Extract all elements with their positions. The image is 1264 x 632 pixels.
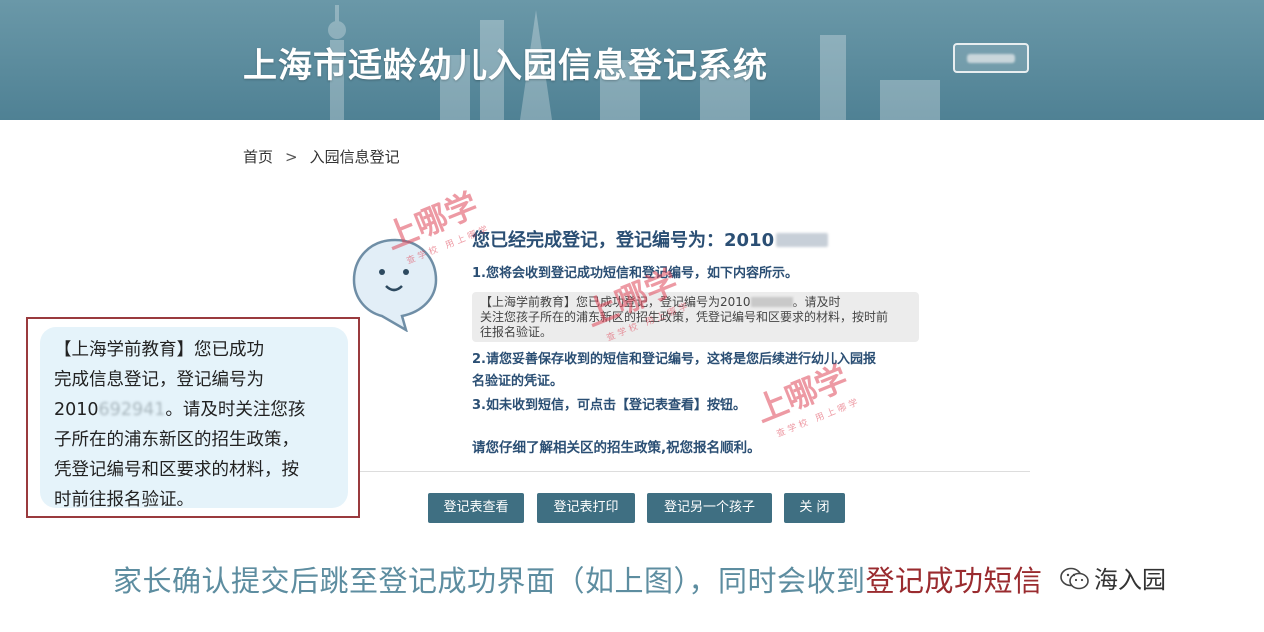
sms-line-6: 时前往报名验证。	[54, 490, 194, 510]
sms-line-5: 凭登记编号和区要求的材料，按	[54, 460, 299, 480]
user-account-button[interactable]	[953, 43, 1029, 73]
blurred-registration-number	[776, 233, 829, 247]
sms-message-card: 【上海学前教育】您已成功 完成信息登记，登记编号为 2010692941。请及时…	[26, 317, 360, 518]
step-2-line-2: 名验证的凭证。	[472, 374, 564, 389]
sms-number-prefix: 2010	[54, 400, 99, 420]
caption: 家长确认提交后跳至登记成功界面（如上图），同时会收到登记成功短信	[113, 558, 1043, 600]
step-3-text: 3.如未收到短信，可点击【登记表查看】按钮。	[472, 398, 746, 413]
sms-line-2: 完成信息登记，登记编号为	[54, 370, 264, 390]
sms-preview-line-3: 往报名验证。	[480, 325, 553, 339]
view-registration-button[interactable]: 登记表查看	[428, 493, 524, 523]
sms-number-blurred: 692941	[98, 400, 166, 420]
wechat-source-mark: 海入园	[1060, 560, 1166, 595]
sms-preview-line-1a: 【上海学前教育】您已成功登记，登记编号为2010	[480, 295, 751, 309]
success-title: 您已经完成登记，登记编号为：2010	[472, 226, 829, 252]
caption-text: 家长确认提交后跳至登记成功界面（如上图），同时会收到	[113, 564, 866, 598]
sms-line-3-suffix: 。请及时关注您孩	[165, 400, 306, 420]
breadcrumb-current: 入园信息登记	[309, 148, 400, 166]
wechat-icon	[1060, 567, 1089, 590]
sms-preview-line-1b: 。请及时	[792, 295, 841, 309]
closing-message: 请您仔细了解相关区的招生政策,祝您报名顺利。	[472, 440, 761, 456]
sms-preview-blur	[750, 297, 793, 307]
caption-highlight: 登记成功短信	[865, 564, 1043, 598]
sms-message-bubble: 【上海学前教育】您已成功 完成信息登记，登记编号为 2010692941。请及时…	[40, 327, 348, 510]
step-1-text: 1.您将会收到登记成功短信和登记编号，如下内容所示。	[472, 266, 798, 281]
mascot-bubble-icon	[352, 238, 438, 332]
sms-preview-box: 【上海学前教育】您已成功登记，登记编号为2010 。请及时 关注您孩子所在的浦东新…	[472, 292, 919, 342]
wechat-account-text: 海入园	[1094, 566, 1166, 594]
step-2-line-1: 2.请您妥善保存收到的短信和登记编号，这将是您后续进行幼儿入园报	[472, 352, 876, 367]
sms-line-1: 【上海学前教育】您已成功	[54, 340, 264, 360]
sms-preview-line-2: 关注您孩子所在的浦东新区的招生政策，凭登记编号和区要求的材料，按时前	[480, 310, 889, 324]
register-another-child-button[interactable]: 登记另一个孩子	[647, 493, 772, 523]
header-banner: 上海市适龄幼儿入园信息登记系统	[0, 0, 1264, 120]
blurred-username	[967, 54, 1015, 63]
breadcrumb-separator: >	[285, 148, 298, 166]
print-registration-button[interactable]: 登记表打印	[537, 493, 635, 523]
breadcrumb-home-link[interactable]: 首页	[243, 146, 273, 167]
site-title: 上海市适龄幼儿入园信息登记系统	[243, 46, 768, 86]
sms-line-3: 2010692941。请及时关注您孩	[54, 395, 348, 425]
close-button[interactable]: 关 闭	[784, 493, 845, 523]
success-title-text: 您已经完成登记，登记编号为：2010	[472, 230, 775, 251]
breadcrumb: 首页 > 入园信息登记	[243, 146, 400, 167]
watermark-sub: 查学校 用上哪学	[775, 396, 863, 440]
divider	[345, 471, 1030, 472]
sms-line-4: 子所在的浦东新区的招生政策，	[54, 430, 299, 450]
